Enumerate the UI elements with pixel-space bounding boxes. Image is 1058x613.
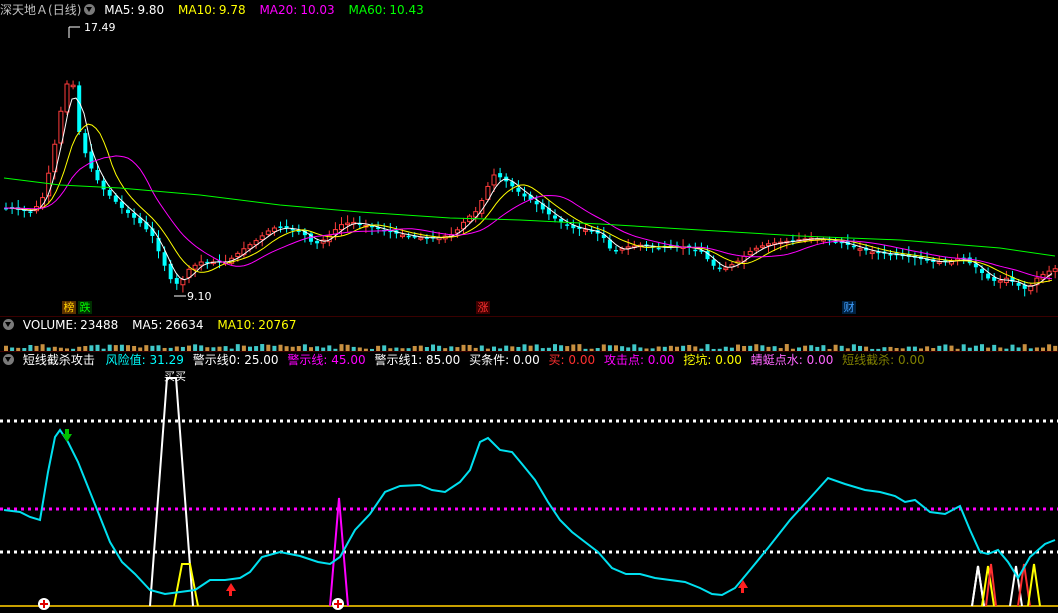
volume-panel[interactable]: VOLUME: 23488 MA5: 26634 MA10: 20767 [0, 317, 1058, 351]
ma60-readout: MA60: 10.43 [348, 3, 424, 17]
ma10-readout: MA10: 9.78 [178, 3, 246, 17]
volume-header: VOLUME: 23488 MA5: 26634 MA10: 20767 [0, 317, 306, 333]
param-buy: 买: 0.00 [548, 353, 596, 367]
buy-signal-label: 买买 [164, 370, 186, 383]
param-kill: 短线截杀: 0.00 [842, 353, 925, 367]
param-warn1: 警示线1: 85.00 [374, 353, 461, 367]
kline-panel[interactable]: 深天地Ａ(日线) MA5: 9.80 MA10: 9.78 MA20: 10.03 M… [0, 0, 1058, 316]
volume-ma5-readout: MA5: 26634 [132, 318, 204, 332]
tag-cai[interactable]: 财 [842, 301, 856, 314]
red-up-arrow-icon [226, 583, 236, 596]
ma20-readout: MA20: 10.03 [259, 3, 335, 17]
collapse-icon[interactable] [3, 354, 14, 365]
plus-circle-icon [332, 598, 344, 610]
pit-signal [173, 563, 199, 607]
kline-chart[interactable]: 17.49 9.10 [0, 0, 1058, 316]
green-down-arrow-icon [62, 429, 72, 442]
volume-readout: VOLUME: 23488 [22, 318, 119, 332]
ma5-readout: MA5: 9.80 [104, 3, 165, 17]
tag-zhang[interactable]: 涨 [476, 301, 490, 314]
symbol-title: 深天地Ａ(日线) [0, 3, 82, 17]
param-attack: 攻击点: 0.00 [603, 353, 675, 367]
param-risk: 风险值: 31.29 [105, 353, 184, 367]
param-buy-cond: 买条件: 0.00 [469, 353, 540, 367]
plus-circle-icon [38, 598, 50, 610]
volume-ma10-readout: MA10: 20767 [217, 318, 297, 332]
param-dragonfly: 蜻蜓点水: 0.00 [750, 353, 834, 367]
param-pit: 挖坑: 0.00 [683, 353, 742, 367]
param-warn: 警示线: 45.00 [287, 353, 366, 367]
high-price-marker: 17.49 [84, 21, 116, 34]
collapse-icon[interactable] [3, 319, 14, 330]
param-warn0: 警示线0: 25.00 [192, 353, 279, 367]
buy-signal-spike [149, 377, 194, 607]
indicator-chart[interactable]: 买买 [0, 352, 1058, 613]
low-price-marker: 9.10 [187, 290, 212, 303]
indicator-name: 短线截杀攻击 [22, 353, 95, 367]
indicator-header: 短线截杀攻击 风险值: 31.29 警示线0: 25.00 警示线: 45.00… [0, 352, 930, 368]
collapse-icon[interactable] [84, 4, 96, 15]
right-signal-f [1027, 563, 1041, 607]
indicator-panel[interactable]: 短线截杀攻击 风险值: 31.29 警示线0: 25.00 警示线: 45.00… [0, 352, 1058, 613]
tag-bang[interactable]: 榜 [62, 301, 76, 314]
tag-die[interactable]: 跌 [78, 301, 92, 314]
kline-header: 深天地Ａ(日线) MA5: 9.80 MA10: 9.78 MA20: 10.03 M… [0, 2, 434, 18]
